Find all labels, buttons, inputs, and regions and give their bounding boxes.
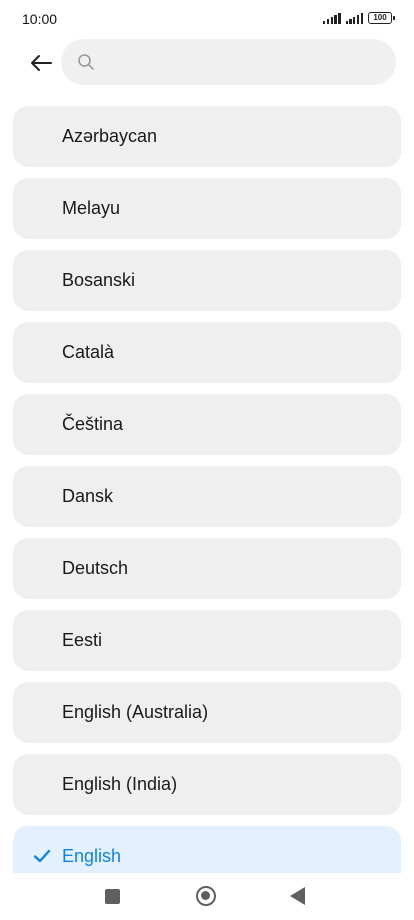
recents-square-icon[interactable] — [105, 889, 120, 904]
language-option-label: Dansk — [62, 486, 114, 506]
battery-icon: 100 — [368, 12, 395, 24]
language-option[interactable]: Català — [13, 322, 401, 383]
check-icon — [33, 849, 51, 863]
language-option-label: Eesti — [62, 630, 103, 650]
language-option-label: Čeština — [62, 414, 124, 434]
back-button[interactable] — [26, 48, 56, 78]
language-option-label: English (Australia) — [62, 702, 209, 722]
language-option-label: Melayu — [62, 198, 121, 218]
status-time: 10:00 — [22, 11, 58, 27]
language-option[interactable]: Deutsch — [13, 538, 401, 599]
search-bar[interactable] — [61, 39, 396, 85]
header — [0, 38, 414, 88]
language-list: Azərbaycan Melayu Bosanski Català Čeština Dan… — [13, 106, 401, 898]
language-option-label: English — [62, 846, 122, 866]
status-bar: 10:00 100 — [0, 0, 414, 38]
language-picker-screen: 10:00 100 Azərbaycan Melayu Bosanski Cat… — [0, 0, 414, 920]
language-option[interactable]: Melayu — [13, 178, 401, 239]
language-option[interactable]: Čeština — [13, 394, 401, 455]
language-option-label: Català — [62, 342, 115, 362]
back-triangle-icon[interactable] — [290, 887, 305, 905]
battery-level: 100 — [373, 13, 387, 22]
search-icon — [78, 54, 94, 70]
navigation-bar — [0, 873, 414, 920]
signal-icon — [345, 12, 363, 24]
language-option-label: Azərbaycan — [62, 126, 158, 146]
language-option[interactable]: English (India) — [13, 754, 401, 815]
language-option-label: Deutsch — [62, 558, 129, 578]
status-icons: 100 — [323, 12, 395, 24]
language-option[interactable]: Azərbaycan — [13, 106, 401, 167]
language-option-label: Bosanski — [62, 270, 136, 290]
language-option[interactable]: Eesti — [13, 610, 401, 671]
home-circle-icon[interactable] — [196, 886, 216, 906]
language-option[interactable]: English (Australia) — [13, 682, 401, 743]
search-input[interactable] — [105, 39, 385, 85]
language-option[interactable]: Bosanski — [13, 250, 401, 311]
signal-icon — [323, 12, 341, 24]
back-arrow-icon — [31, 55, 52, 71]
language-option[interactable]: Dansk — [13, 466, 401, 527]
language-option-label: English (India) — [62, 774, 178, 794]
